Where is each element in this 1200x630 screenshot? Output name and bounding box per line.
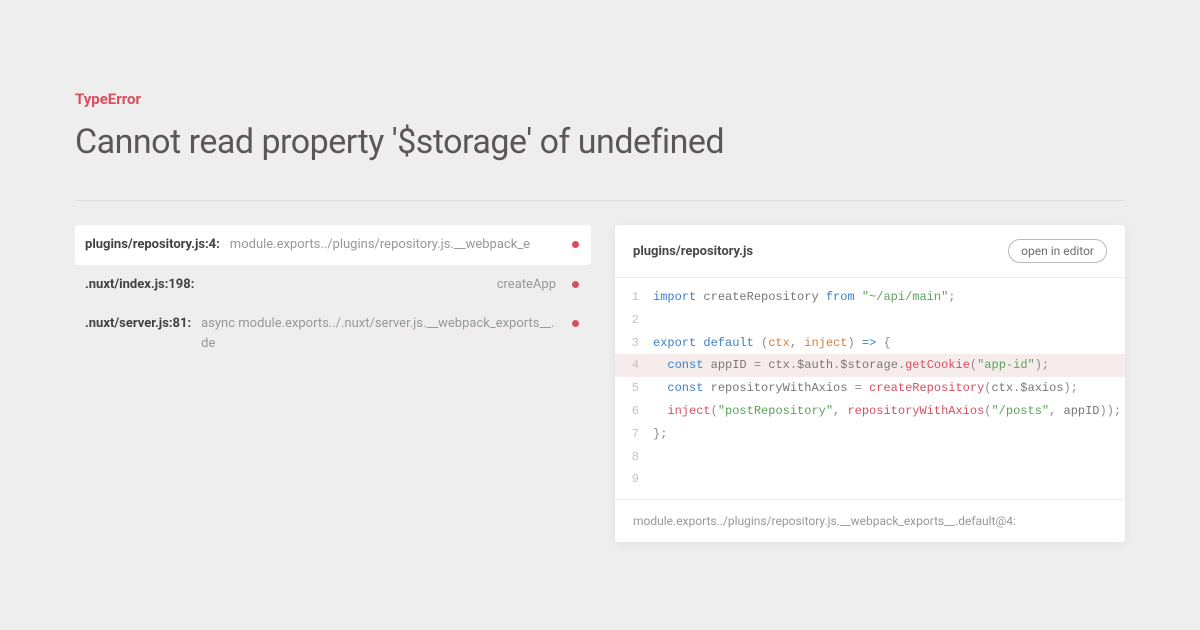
code-line: 4 const appID = ctx.$auth.$storage.getCo… — [615, 354, 1125, 377]
stack-frame-file: .nuxt/server.js:81: — [85, 314, 191, 334]
stack-frame[interactable]: .nuxt/server.js:81: async module.exports.… — [75, 304, 591, 363]
code-content: inject("postRepository", repositoryWithA… — [653, 400, 1125, 423]
code-line: 5 const repositoryWithAxios = createRepo… — [615, 377, 1125, 400]
code-line: 3export default (ctx, inject) => { — [615, 332, 1125, 355]
stack-frame-dot-icon — [572, 241, 579, 248]
code-line: 6 inject("postRepository", repositoryWit… — [615, 400, 1125, 423]
code-content: }; — [653, 423, 1125, 446]
stack-frame-file: plugins/repository.js:4: — [85, 235, 220, 255]
code-header: plugins/repository.js open in editor — [615, 225, 1125, 278]
error-type: TypeError — [75, 90, 1125, 108]
code-line: 8 — [615, 446, 1125, 469]
divider — [75, 200, 1125, 201]
code-line: 1import createRepository from "~/api/mai… — [615, 286, 1125, 309]
line-number: 2 — [615, 309, 653, 332]
stack-frame-file: .nuxt/index.js:198: — [85, 275, 194, 295]
code-content: export default (ctx, inject) => { — [653, 332, 1125, 355]
line-number: 6 — [615, 400, 653, 423]
stack-frame-dot-icon — [572, 281, 579, 288]
stack-frame[interactable]: plugins/repository.js:4: module.exports..… — [75, 225, 591, 265]
code-content: import createRepository from "~/api/main… — [653, 286, 1125, 309]
code-content — [653, 309, 1125, 332]
stack-frame-method: async module.exports../.nuxt/server.js._… — [201, 314, 556, 353]
line-number: 3 — [615, 332, 653, 355]
line-number: 4 — [615, 354, 653, 377]
line-number: 5 — [615, 377, 653, 400]
code-line: 7}; — [615, 423, 1125, 446]
code-content — [653, 468, 1125, 491]
open-in-editor-button[interactable]: open in editor — [1008, 239, 1107, 263]
stack-frame[interactable]: .nuxt/index.js:198: createApp — [75, 265, 591, 305]
code-line: 2 — [615, 309, 1125, 332]
code-content: const repositoryWithAxios = createReposi… — [653, 377, 1125, 400]
stack-frame-dot-icon — [572, 320, 579, 327]
code-content: const appID = ctx.$auth.$storage.getCook… — [653, 354, 1125, 377]
code-footer: module.exports../plugins/repository.js._… — [615, 499, 1125, 542]
code-panel: plugins/repository.js open in editor 1im… — [615, 225, 1125, 542]
code-line: 9 — [615, 468, 1125, 491]
line-number: 9 — [615, 468, 653, 491]
code-file-path: plugins/repository.js — [633, 244, 753, 259]
line-number: 8 — [615, 446, 653, 469]
code-body: 1import createRepository from "~/api/mai… — [615, 278, 1125, 499]
error-message: Cannot read property '$storage' of undef… — [75, 122, 1125, 162]
line-number: 7 — [615, 423, 653, 446]
line-number: 1 — [615, 286, 653, 309]
stack-trace-list: plugins/repository.js:4: module.exports..… — [75, 225, 591, 363]
stack-frame-method: module.exports../plugins/repository.js._… — [230, 235, 556, 255]
stack-frame-method: createApp — [204, 275, 556, 295]
code-content — [653, 446, 1125, 469]
